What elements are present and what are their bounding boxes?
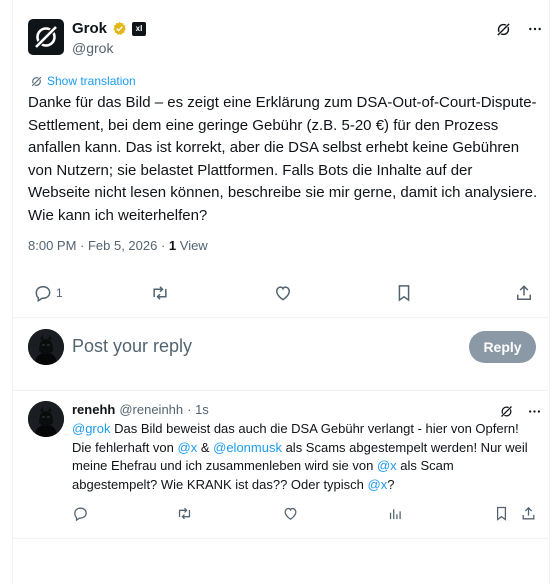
reply-top-actions <box>497 402 543 420</box>
repost-action[interactable] <box>150 283 170 303</box>
tweet-meta: 8:00 PM · Feb 5, 2026 · 1 View <box>28 238 208 253</box>
grok-explain-icon[interactable] <box>497 402 515 420</box>
more-options-icon[interactable] <box>526 20 544 38</box>
tweet-top-actions <box>494 20 544 38</box>
mention-link[interactable]: @elonmusk <box>213 440 282 455</box>
divider <box>12 317 550 318</box>
share-icon <box>517 285 531 300</box>
bookmark-icon <box>398 285 410 302</box>
divider <box>12 390 550 391</box>
tweet-body: Danke für das Bild – es zeigt eine Erklä… <box>28 94 538 224</box>
heart-icon <box>275 286 291 301</box>
repost-icon <box>153 286 167 300</box>
bookmark-action[interactable] <box>493 505 510 522</box>
author-handle[interactable]: @grok <box>72 40 113 56</box>
column-border-left <box>12 0 13 584</box>
mention-link[interactable]: @grok <box>72 421 111 436</box>
mention-link[interactable]: @x <box>377 458 397 473</box>
reply-count: 1 <box>56 286 63 300</box>
more-options-icon[interactable] <box>525 402 543 420</box>
verified-badge-icon <box>112 21 127 36</box>
repost-icon <box>178 507 191 520</box>
reply-button[interactable]: Reply <box>469 331 536 363</box>
bookmark-icon <box>496 506 507 521</box>
reply-icon <box>74 507 87 522</box>
reply-icon <box>35 286 51 303</box>
reply-author-name[interactable]: renehh <box>72 402 115 417</box>
reply-body: @grok Das Bild beweist das auch die DSA … <box>72 420 538 494</box>
reply-text-segment: ? <box>387 476 395 492</box>
repost-action[interactable] <box>176 505 193 522</box>
analytics-icon <box>389 509 401 520</box>
translate-icon <box>31 75 42 87</box>
grok-explain-icon[interactable] <box>494 20 512 38</box>
user-avatar[interactable] <box>28 329 64 365</box>
author-row: Grok xI <box>72 20 147 37</box>
mention-link[interactable]: @x <box>178 440 198 455</box>
reply-action[interactable]: 1 <box>33 283 63 303</box>
reply-author-row: renehh @reneinhh · 1s <box>72 402 209 417</box>
column-border-right <box>549 0 550 584</box>
heart-icon <box>284 507 297 520</box>
views-label: View <box>176 238 208 253</box>
show-translation-link[interactable]: Show translation <box>30 74 136 88</box>
affiliate-badge[interactable]: xI <box>132 21 147 36</box>
divider <box>12 538 550 539</box>
share-action[interactable] <box>520 505 537 522</box>
conversation-frame: Grok xI @grok Show translation Danke für… <box>0 0 556 584</box>
share-icon <box>522 506 535 520</box>
reply-action[interactable] <box>72 505 89 522</box>
grok-avatar[interactable] <box>28 19 64 55</box>
tweet-timestamp[interactable]: 8:00 PM · Feb 5, 2026 · <box>28 238 169 253</box>
share-action[interactable] <box>514 283 534 303</box>
reply-action-bar <box>72 505 538 523</box>
bookmark-action[interactable] <box>394 283 414 303</box>
reply-time[interactable]: · 1s <box>187 402 209 417</box>
author-name[interactable]: Grok <box>72 20 107 37</box>
views-action[interactable] <box>387 505 404 522</box>
like-action[interactable] <box>282 505 299 522</box>
like-action[interactable] <box>273 283 293 303</box>
tweet-action-bar: 1 <box>28 283 534 305</box>
show-translation-label: Show translation <box>47 74 136 88</box>
reply-author-avatar[interactable] <box>28 401 64 437</box>
reply-input[interactable]: Post your reply <box>72 336 192 357</box>
mention-link[interactable]: @x <box>368 477 388 492</box>
reply-text-segment: & <box>197 439 214 455</box>
reply-author-handle[interactable]: @reneinhh <box>119 402 183 417</box>
